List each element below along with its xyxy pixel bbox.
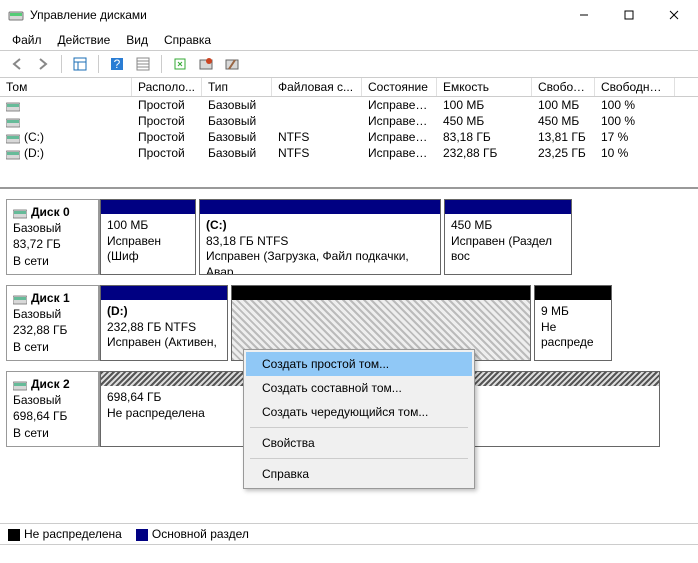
legend-swatch-unalloc xyxy=(8,529,20,541)
titlebar: Управление дисками xyxy=(0,0,698,30)
list-row[interactable]: ПростойБазовыйИсправен...450 МБ450 МБ100… xyxy=(0,113,698,129)
action-button[interactable] xyxy=(195,53,217,75)
partition[interactable]: (D:)232,88 ГБ NTFSИсправен (Активен, xyxy=(100,285,228,361)
disk-info[interactable]: Диск 0Базовый83,72 ГБВ сети xyxy=(6,199,100,275)
drive-icon xyxy=(6,132,20,144)
legend-unalloc: Не распределена xyxy=(24,527,122,541)
close-button[interactable] xyxy=(651,1,696,29)
col-volume[interactable]: Том xyxy=(0,78,132,96)
view-button[interactable] xyxy=(69,53,91,75)
list-view-button[interactable] xyxy=(132,53,154,75)
partition[interactable]: 9 МБНе распреде xyxy=(534,285,612,361)
disk-info[interactable]: Диск 1Базовый232,88 ГБВ сети xyxy=(6,285,100,361)
app-icon xyxy=(8,7,24,23)
menu-help[interactable]: Справка xyxy=(246,462,472,486)
disk-block: Диск 0Базовый83,72 ГБВ сети100 МБИсправе… xyxy=(6,199,692,275)
col-type[interactable]: Тип xyxy=(202,78,272,96)
col-layout[interactable]: Располо... xyxy=(132,78,202,96)
list-row[interactable]: ПростойБазовыйИсправен...100 МБ100 МБ100… xyxy=(0,97,698,113)
partition[interactable]: 100 МБИсправен (Шиф xyxy=(100,199,196,275)
menu-view[interactable]: Вид xyxy=(126,33,148,47)
col-fs[interactable]: Файловая с... xyxy=(272,78,362,96)
refresh-button[interactable] xyxy=(169,53,191,75)
menu-create-spanned[interactable]: Создать составной том... xyxy=(246,376,472,400)
list-row[interactable]: (D:)ПростойБазовыйNTFSИсправен...232,88 … xyxy=(0,145,698,161)
legend-swatch-primary xyxy=(136,529,148,541)
list-row[interactable]: (C:)ПростойБазовыйNTFSИсправен...83,18 Г… xyxy=(0,129,698,145)
menubar: Файл Действие Вид Справка xyxy=(0,30,698,50)
window-title: Управление дисками xyxy=(30,8,561,22)
menu-create-simple[interactable]: Создать простой том... xyxy=(246,352,472,376)
volume-list[interactable]: Том Располо... Тип Файловая с... Состоян… xyxy=(0,78,698,189)
menu-action[interactable]: Действие xyxy=(58,33,111,47)
menu-file[interactable]: Файл xyxy=(12,33,42,47)
forward-button[interactable] xyxy=(32,53,54,75)
menu-properties[interactable]: Свойства xyxy=(246,431,472,455)
help-button[interactable]: ? xyxy=(106,53,128,75)
legend-primary: Основной раздел xyxy=(152,527,249,541)
col-free[interactable]: Свобод... xyxy=(532,78,595,96)
back-button[interactable] xyxy=(6,53,28,75)
partition[interactable]: 450 МБИсправен (Раздел вос xyxy=(444,199,572,275)
partition[interactable]: (C:)83,18 ГБ NTFSИсправен (Загрузка, Фай… xyxy=(199,199,441,275)
toolbar: ? xyxy=(0,50,698,78)
drive-icon xyxy=(6,148,20,160)
maximize-button[interactable] xyxy=(606,1,651,29)
col-status[interactable]: Состояние xyxy=(362,78,437,96)
menu-create-striped[interactable]: Создать чередующийся том... xyxy=(246,400,472,424)
drive-icon xyxy=(6,100,20,112)
context-menu: Создать простой том... Создать составной… xyxy=(243,349,475,489)
minimize-button[interactable] xyxy=(561,1,606,29)
drive-icon xyxy=(6,116,20,128)
settings-button[interactable] xyxy=(221,53,243,75)
col-free-pct[interactable]: Свободно % xyxy=(595,78,675,96)
col-capacity[interactable]: Емкость xyxy=(437,78,532,96)
svg-text:?: ? xyxy=(114,57,121,71)
menu-help[interactable]: Справка xyxy=(164,33,211,47)
disk-info[interactable]: Диск 2Базовый698,64 ГБВ сети xyxy=(6,371,100,447)
list-header[interactable]: Том Располо... Тип Файловая с... Состоян… xyxy=(0,78,698,97)
legend: Не распределена Основной раздел xyxy=(0,523,698,545)
